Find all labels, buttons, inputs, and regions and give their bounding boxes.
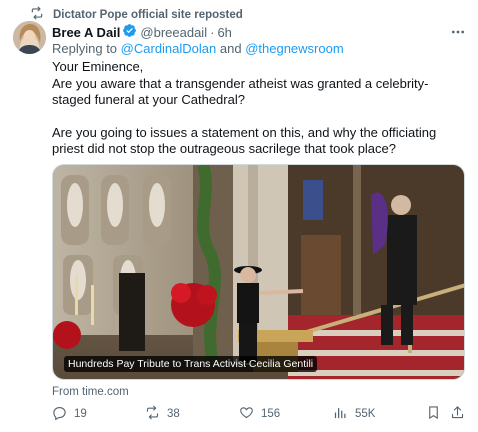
repost-icon: [145, 405, 160, 423]
author-name[interactable]: Bree A Dail: [52, 25, 120, 40]
repost-button[interactable]: 38: [145, 405, 180, 423]
like-count: 156: [261, 408, 281, 420]
share-button[interactable]: [450, 405, 465, 423]
media-caption: Hundreds Pay Tribute to Trans Activist C…: [64, 356, 318, 372]
media-card[interactable]: Hundreds Pay Tribute to Trans Activist C…: [52, 164, 465, 380]
action-bar: 19 38 156 55K: [52, 405, 466, 423]
reply-count: 19: [74, 408, 87, 420]
mention-link[interactable]: @CardinalDolan: [121, 41, 217, 56]
more-options-icon[interactable]: [448, 22, 468, 42]
media-image: [53, 165, 464, 379]
separator-dot: ·: [210, 24, 215, 40]
views-chart-icon: [333, 405, 348, 423]
verified-badge-icon: [120, 23, 140, 41]
tweet-header: Bree A Dail @breeadail · 6h: [52, 24, 468, 40]
repost-text: Dictator Pope official site reposted: [53, 9, 243, 21]
replying-prefix: Replying to: [52, 41, 118, 56]
bookmark-button[interactable]: [426, 405, 441, 423]
repost-indicator[interactable]: Dictator Pope official site reposted: [30, 6, 243, 23]
heart-icon: [239, 405, 254, 423]
source-link[interactable]: From time.com: [52, 386, 129, 398]
tweet-paragraph: Are you going to issues a statement on t…: [52, 124, 437, 157]
replying-to: Replying to @CardinalDolan and @thegnews…: [52, 41, 344, 56]
timestamp[interactable]: 6h: [217, 25, 231, 40]
avatar[interactable]: [13, 21, 46, 54]
like-button[interactable]: 156: [239, 405, 280, 423]
reply-button[interactable]: 19: [52, 405, 87, 423]
views-button[interactable]: 55K: [333, 405, 375, 423]
bookmark-icon: [426, 405, 441, 423]
author-handle[interactable]: @breeadail: [140, 25, 207, 40]
mention-link[interactable]: @thegnewsroom: [245, 41, 343, 56]
tweet-body: Your Eminence, Are you aware that a tran…: [52, 59, 464, 158]
repost-count: 38: [167, 408, 180, 420]
reply-icon: [52, 405, 67, 423]
tweet-paragraph: Your Eminence, Are you aware that a tran…: [52, 59, 429, 107]
views-count: 55K: [355, 408, 376, 420]
mention-joiner: and: [219, 41, 242, 56]
share-icon: [450, 405, 465, 423]
